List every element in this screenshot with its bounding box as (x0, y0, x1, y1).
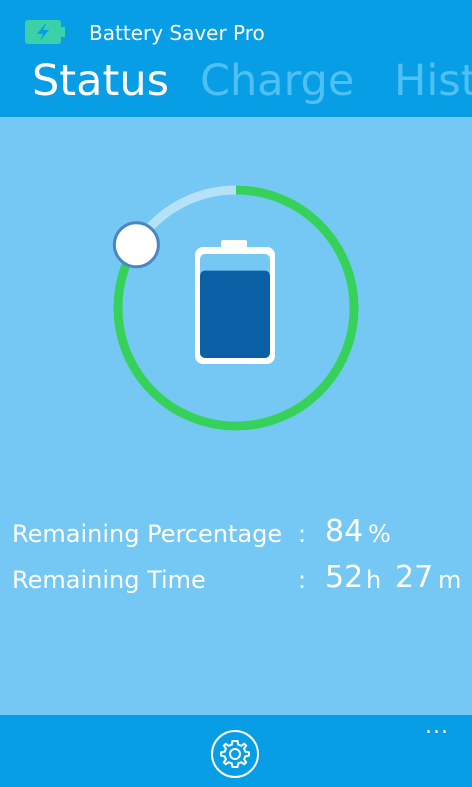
settings-button[interactable] (211, 730, 259, 778)
remaining-time-label: Remaining Time (12, 566, 206, 594)
remaining-time-minutes-unit: m (438, 566, 462, 594)
remaining-percentage-value: 84 (325, 514, 364, 549)
app-bar: ... (0, 715, 472, 787)
remaining-percentage-label: Remaining Percentage (12, 520, 283, 548)
app-header: Battery Saver Pro Status Charge Hist (0, 0, 472, 117)
remaining-time-hours: 52 (325, 560, 364, 595)
app-title: Battery Saver Pro (89, 21, 265, 45)
gear-icon (220, 740, 250, 768)
battery-level-fill (200, 270, 270, 358)
remaining-time-minutes: 27 (395, 560, 434, 595)
battery-charging-icon (25, 20, 65, 44)
battery-gauge (112, 185, 359, 431)
battery-icon (195, 240, 275, 364)
remaining-percentage-row: Remaining Percentage : 84 % (0, 512, 472, 552)
remaining-time-colon: : (298, 566, 307, 594)
gauge-knob[interactable] (112, 221, 160, 269)
remaining-time-hours-unit: h (366, 566, 382, 594)
remaining-percentage-unit: % (368, 520, 391, 548)
tab-charge[interactable]: Charge (200, 56, 354, 106)
more-options-button[interactable]: ... (420, 716, 454, 739)
pivot-tabs: Status Charge Hist (0, 56, 472, 116)
tab-history[interactable]: Hist (394, 56, 472, 106)
remaining-time-row: Remaining Time : 52 h 27 m (0, 558, 472, 598)
tab-status[interactable]: Status (32, 56, 169, 106)
remaining-percentage-colon: : (298, 520, 307, 548)
